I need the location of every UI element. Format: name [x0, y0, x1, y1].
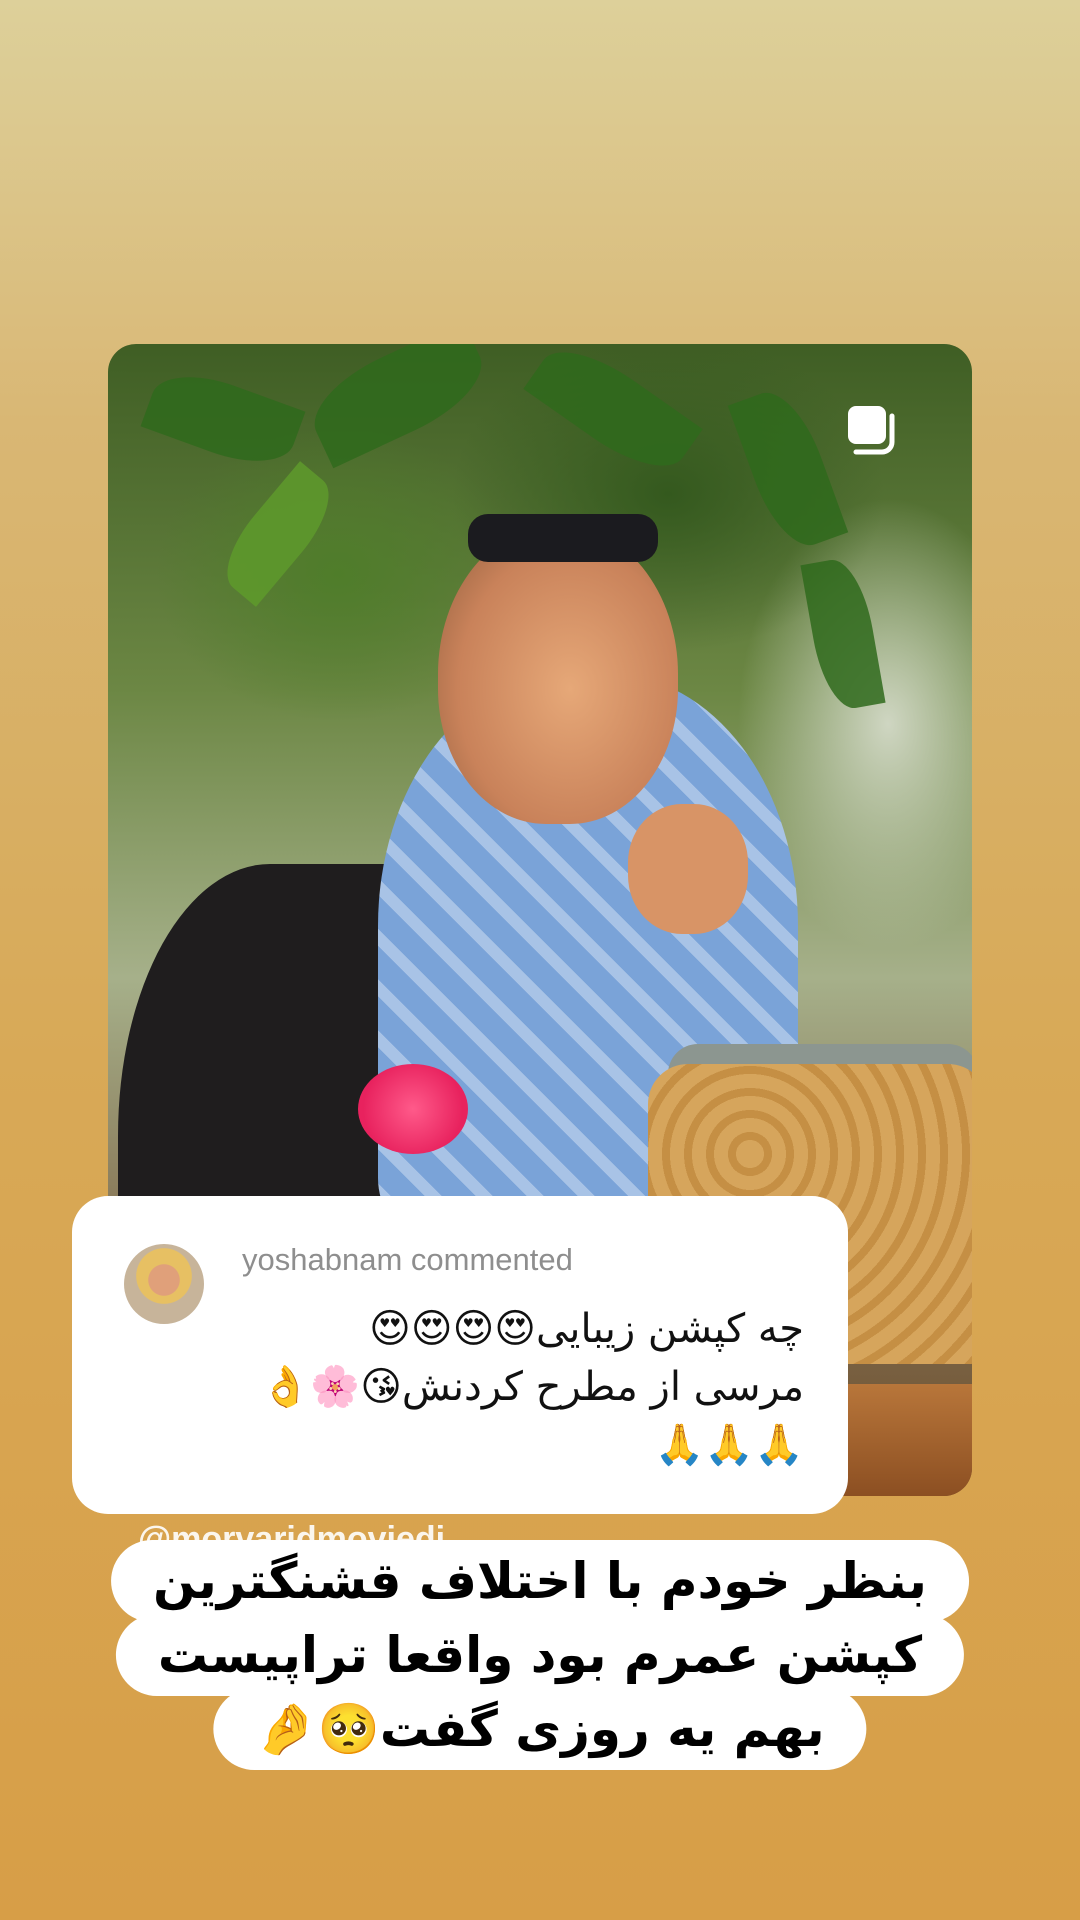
leaf — [299, 344, 497, 469]
comment-username[interactable]: yoshabnam — [242, 1242, 402, 1277]
person-face — [438, 524, 678, 824]
sunglasses — [468, 514, 658, 562]
comment-card[interactable]: yoshabnam commented چه کپشن زیبایی😍😍😍😍 م… — [72, 1196, 848, 1514]
comment-line: 🙏🙏🙏 — [654, 1422, 804, 1468]
pink-flower-brooch — [358, 1064, 468, 1154]
multiple-posts-icon — [844, 402, 900, 458]
comment-meta: yoshabnam commented — [242, 1242, 573, 1278]
caption-line: بنظر خودم با اختلاف قشنگترین — [111, 1540, 969, 1622]
person-hand — [628, 804, 748, 934]
leaf — [140, 360, 306, 478]
comment-line: چه کپشن زیبایی😍😍😍😍 — [369, 1306, 804, 1352]
caption-line: کپشن عمرم بود واقعا تراپیست — [115, 1614, 965, 1696]
leaf — [800, 554, 886, 714]
comment-action: commented — [410, 1242, 573, 1277]
comment-text: چه کپشن زیبایی😍😍😍😍 مرسی از مطرح کردنش😘🌸👌… — [204, 1300, 804, 1474]
leaf — [523, 344, 703, 487]
comment-line: مرسی از مطرح کردنش😘🌸👌 — [260, 1364, 804, 1410]
caption-line: بهم یه روزی گفت🥺🤌 — [213, 1688, 867, 1770]
leaf — [727, 381, 849, 557]
avatar[interactable] — [124, 1244, 204, 1324]
leaf — [210, 461, 346, 607]
